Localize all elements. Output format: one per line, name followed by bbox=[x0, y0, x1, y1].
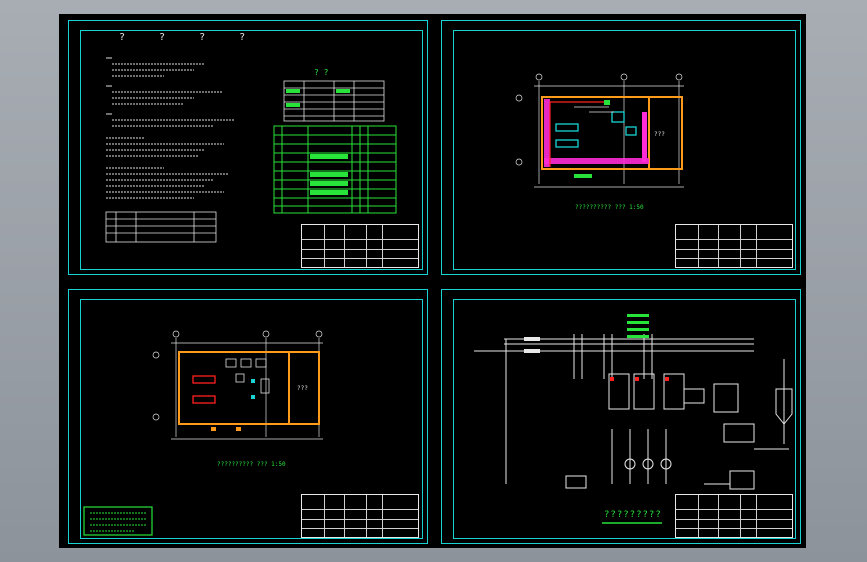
room-label-equipment: ??? bbox=[297, 385, 308, 392]
schematic-title: ????????? bbox=[604, 510, 662, 520]
room-label-colored: ??? bbox=[654, 131, 665, 138]
plan-caption-equipment: ?????????? ??? 1:50 bbox=[217, 461, 286, 468]
notes-title: ? ? ? ? bbox=[119, 32, 260, 43]
notes-text-block bbox=[105, 57, 234, 243]
equipment-table-large bbox=[273, 125, 397, 214]
plan-drawing-colored bbox=[515, 73, 684, 188]
schematic-title-underline bbox=[602, 522, 662, 524]
plan-caption-colored: ?????????? ??? 1:50 bbox=[575, 204, 644, 211]
process-flow-diagram bbox=[474, 314, 793, 490]
title-block-1 bbox=[301, 224, 419, 268]
title-block-2 bbox=[675, 224, 793, 268]
title-block-4 bbox=[675, 494, 793, 538]
equipment-table-small bbox=[283, 80, 385, 122]
legend-box bbox=[83, 506, 153, 536]
table-header-marks: ? ? bbox=[314, 68, 329, 77]
title-block-3 bbox=[301, 494, 419, 538]
drawing-canvas[interactable]: ? ? ? ? ? ? ?????????? ??? 1:50 ??? ????… bbox=[59, 14, 806, 548]
